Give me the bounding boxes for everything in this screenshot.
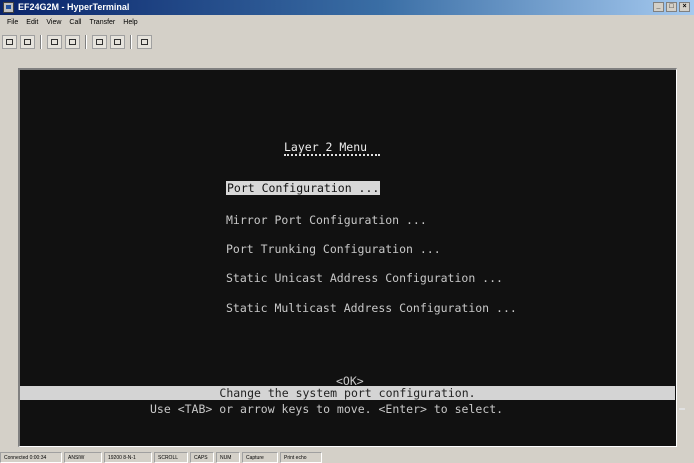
menu-edit[interactable]: Edit bbox=[22, 16, 42, 29]
status-port-settings: 19200 8-N-1 bbox=[104, 452, 152, 463]
minimize-button[interactable]: _ bbox=[653, 2, 664, 12]
properties-icon[interactable] bbox=[137, 35, 152, 49]
text-cursor bbox=[679, 408, 685, 410]
toolbar-separator bbox=[85, 35, 87, 49]
status-scroll: SCROLL bbox=[154, 452, 188, 463]
status-bar: Connected 0:00:34 ANSIW 19200 8-N-1 SCRO… bbox=[0, 452, 694, 463]
status-num: NUM bbox=[216, 452, 240, 463]
window-title: EF24G2M - HyperTerminal bbox=[18, 2, 130, 12]
terminal-screen[interactable]: Layer 2 Menu Port Configuration ... Mirr… bbox=[18, 68, 685, 447]
maximize-button[interactable]: □ bbox=[666, 2, 677, 12]
option-mirror-port-configuration[interactable]: Mirror Port Configuration ... bbox=[226, 213, 427, 227]
menu-bar: File Edit View Call Transfer Help bbox=[0, 16, 142, 29]
disconnect-icon[interactable] bbox=[65, 35, 80, 49]
title-bar: EF24G2M - HyperTerminal _ □ × bbox=[0, 0, 694, 15]
status-connection: Connected 0:00:34 bbox=[0, 452, 62, 463]
send-icon[interactable] bbox=[92, 35, 107, 49]
menu-view[interactable]: View bbox=[42, 16, 65, 29]
menu-call[interactable]: Call bbox=[65, 16, 85, 29]
toolbar-separator bbox=[40, 35, 42, 49]
status-capture: Capture bbox=[242, 452, 278, 463]
status-emulation: ANSIW bbox=[64, 452, 102, 463]
menu-title: Layer 2 Menu bbox=[284, 140, 368, 154]
help-text: Use <TAB> or arrow keys to move. <Enter>… bbox=[150, 402, 504, 416]
menu-transfer[interactable]: Transfer bbox=[85, 16, 119, 29]
option-port-configuration[interactable]: Port Configuration ... bbox=[226, 181, 381, 195]
terminal-status-line: Change the system port configuration. bbox=[20, 386, 675, 400]
menu-help[interactable]: Help bbox=[119, 16, 141, 29]
option-static-multicast-address-configuration[interactable]: Static Multicast Address Configuration .… bbox=[226, 301, 517, 315]
toolbar-separator bbox=[130, 35, 132, 49]
window-controls: _ □ × bbox=[653, 2, 690, 12]
new-icon[interactable] bbox=[2, 35, 17, 49]
option-static-unicast-address-configuration[interactable]: Static Unicast Address Configuration ... bbox=[226, 271, 503, 285]
menu-file[interactable]: File bbox=[3, 16, 22, 29]
title-underline bbox=[284, 154, 380, 156]
status-print-echo: Print echo bbox=[280, 452, 322, 463]
connect-icon[interactable] bbox=[47, 35, 62, 49]
close-button[interactable]: × bbox=[679, 2, 690, 12]
receive-icon[interactable] bbox=[110, 35, 125, 49]
open-icon[interactable] bbox=[20, 35, 35, 49]
status-caps: CAPS bbox=[190, 452, 214, 463]
toolbar bbox=[2, 32, 152, 52]
option-port-trunking-configuration[interactable]: Port Trunking Configuration ... bbox=[226, 242, 441, 256]
terminal-app-icon bbox=[3, 2, 14, 13]
